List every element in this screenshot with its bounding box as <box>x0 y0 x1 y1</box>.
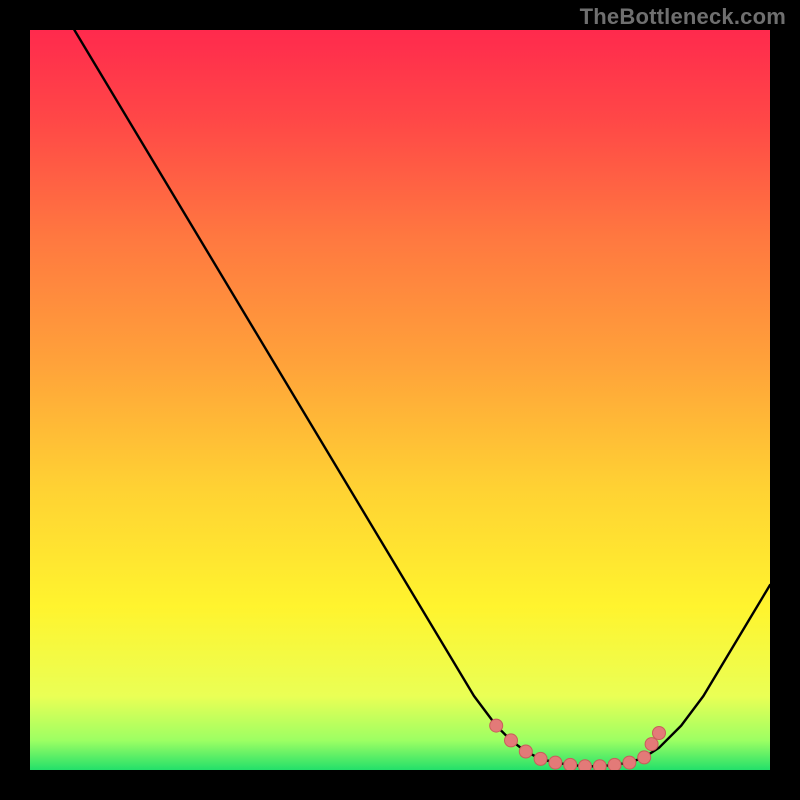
marker-dot <box>505 734 518 747</box>
marker-dot <box>653 727 666 740</box>
marker-dot <box>534 752 547 765</box>
watermark-text: TheBottleneck.com <box>580 4 786 30</box>
marker-dot <box>490 719 503 732</box>
plot-area <box>30 30 770 770</box>
chart-root: TheBottleneck.com <box>0 0 800 800</box>
marker-dot <box>549 756 562 769</box>
marker-dot <box>579 760 592 770</box>
chart-svg <box>30 30 770 770</box>
marker-dot <box>645 738 658 751</box>
marker-dot <box>608 758 621 770</box>
marker-dot <box>593 760 606 770</box>
marker-dot <box>623 756 636 769</box>
marker-dot <box>638 751 651 764</box>
marker-dot <box>519 745 532 758</box>
marker-dot <box>564 758 577 770</box>
